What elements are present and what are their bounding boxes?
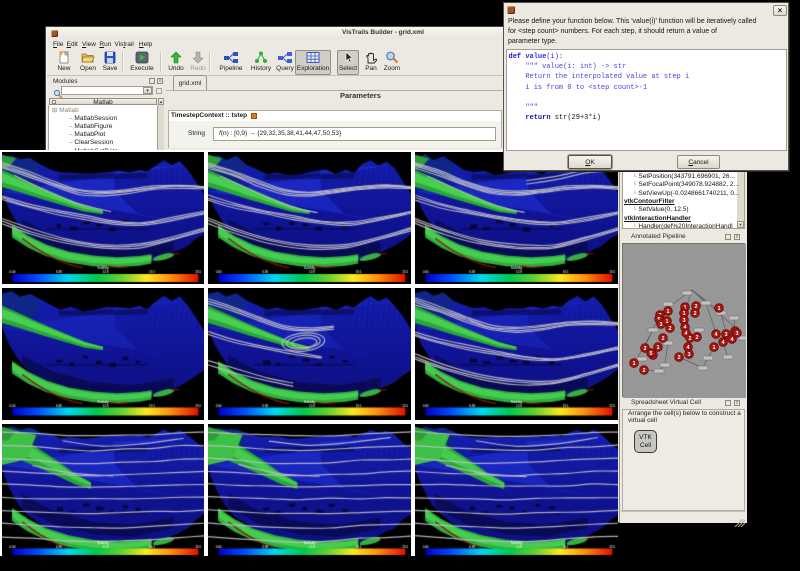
svg-text:2: 2 bbox=[643, 346, 646, 352]
svg-text:2: 2 bbox=[642, 368, 645, 374]
svg-text:5: 5 bbox=[649, 351, 652, 357]
svg-text:3: 3 bbox=[735, 331, 738, 337]
svg-text:3: 3 bbox=[687, 352, 690, 358]
svg-text:1: 1 bbox=[656, 345, 659, 351]
svg-text:3: 3 bbox=[659, 322, 662, 328]
svg-text:1: 1 bbox=[717, 306, 720, 312]
svg-text:2: 2 bbox=[695, 335, 698, 341]
svg-text:2: 2 bbox=[688, 336, 691, 342]
svg-text:1: 1 bbox=[712, 345, 715, 351]
svg-text:2: 2 bbox=[661, 336, 664, 342]
svg-text:1: 1 bbox=[666, 309, 669, 315]
svg-text:2: 2 bbox=[668, 326, 671, 332]
svg-text:1: 1 bbox=[632, 361, 635, 367]
svg-text:3: 3 bbox=[724, 332, 727, 338]
svg-text:2: 2 bbox=[677, 355, 680, 361]
svg-text:2: 2 bbox=[693, 311, 696, 317]
